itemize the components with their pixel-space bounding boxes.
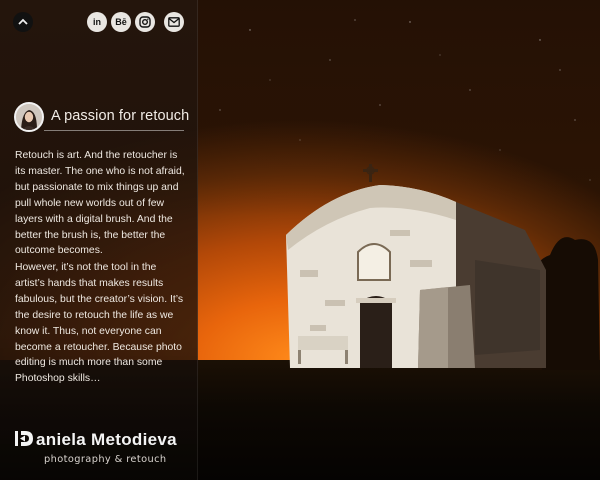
section-title: A passion for retouch: [51, 108, 190, 124]
about-paragraph-1: Retouch is art. And the retoucher is its…: [15, 150, 185, 257]
envelope-icon: [168, 17, 180, 27]
brand-logo[interactable]: aniela Metodieva: [15, 430, 177, 450]
instagram-icon: [139, 16, 151, 28]
logo-mark-icon: [15, 431, 33, 446]
collapse-button[interactable]: [13, 12, 33, 32]
linkedin-button[interactable]: in: [87, 12, 107, 32]
linkedin-icon: in: [93, 16, 101, 27]
chapel: [286, 164, 546, 368]
chevron-up-icon: [18, 18, 28, 25]
brand-tagline: photography & retouch: [44, 454, 167, 465]
sidebar-panel: in Bē A passion for retouch Retouch is a…: [0, 0, 198, 480]
avatar: [14, 102, 44, 132]
title-divider: [44, 130, 184, 131]
about-paragraph-2: However, it’s not the tool in the artist…: [15, 262, 184, 385]
instagram-button[interactable]: [135, 12, 155, 32]
email-button[interactable]: [164, 12, 184, 32]
portrait-image: [16, 104, 42, 130]
behance-button[interactable]: Bē: [111, 12, 131, 32]
behance-icon: Bē: [115, 16, 127, 27]
brand-name-text: aniela Metodieva: [36, 430, 177, 449]
panel-top-bar: in Bē: [0, 0, 198, 46]
